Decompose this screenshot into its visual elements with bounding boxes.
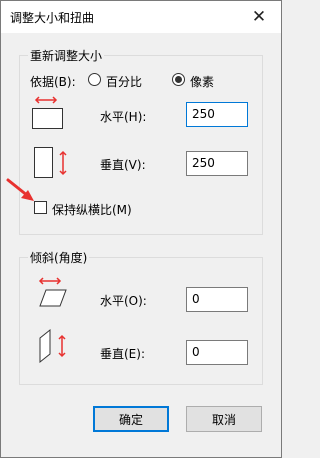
pixels-radio-label: 像素: [190, 75, 215, 89]
close-button[interactable]: ✕: [237, 1, 281, 33]
resize-vertical-label: 垂直(V):: [100, 158, 146, 172]
percent-radio-label: 百分比: [106, 75, 143, 89]
resize-horizontal-label: 水平(H):: [100, 110, 147, 124]
skew-horizontal-label: 水平(O):: [100, 294, 147, 308]
skew-horizontal-input[interactable]: 0: [186, 287, 248, 312]
title-bar: 调整大小和扭曲 ✕: [1, 1, 281, 33]
ok-button[interactable]: 确定: [93, 406, 169, 432]
skew-horizontal-icon: [38, 277, 67, 307]
percent-radio[interactable]: [88, 73, 101, 86]
annotation-arrow-icon: [6, 178, 34, 201]
resize-group-title: 重新调整大小: [28, 47, 105, 64]
resize-vertical-input[interactable]: 250: [186, 151, 248, 176]
resize-vertical-icon: [34, 147, 67, 178]
skew-vertical-icon: [39, 328, 66, 364]
close-icon: ✕: [251, 7, 267, 27]
keep-ratio-option[interactable]: 保持纵横比(M): [34, 200, 154, 217]
cancel-button[interactable]: 取消: [186, 406, 262, 432]
pixels-radio[interactable]: [172, 73, 185, 86]
resize-horizontal-icon: [32, 96, 63, 129]
skew-group-title: 倾斜(角度): [28, 249, 90, 266]
skew-vertical-input[interactable]: 0: [186, 340, 248, 365]
keep-ratio-label: 保持纵横比(M): [52, 203, 132, 217]
resize-skew-dialog: 调整大小和扭曲 ✕ 重新调整大小 依据(B): 百分比 像素 水平(H): 25…: [0, 0, 282, 458]
resize-horizontal-input[interactable]: 250: [186, 102, 248, 127]
resize-group: 重新调整大小 依据(B): 百分比 像素 水平(H): 250 垂直(V): 2…: [19, 47, 263, 235]
skew-vertical-label: 垂直(E):: [100, 347, 145, 361]
pixels-radio-option[interactable]: 像素: [172, 72, 252, 89]
skew-group: 倾斜(角度) 水平(O): 0 垂直(E): 0: [19, 249, 263, 385]
dialog-body: 重新调整大小 依据(B): 百分比 像素 水平(H): 250 垂直(V): 2…: [9, 33, 273, 451]
basis-label: 依据(B):: [30, 75, 76, 89]
percent-radio-option[interactable]: 百分比: [88, 72, 168, 89]
dialog-title: 调整大小和扭曲: [10, 11, 95, 25]
